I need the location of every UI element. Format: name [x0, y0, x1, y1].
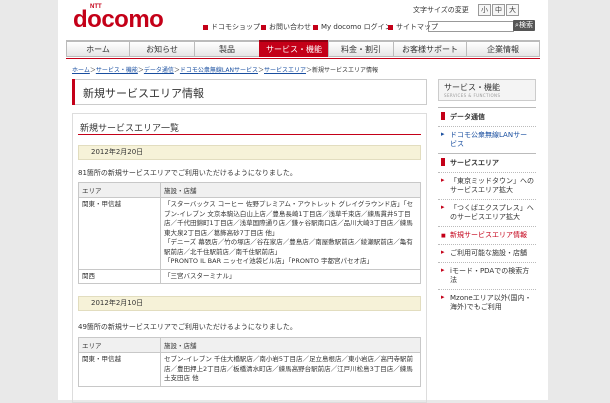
- font-size-medium-button[interactable]: 中: [492, 4, 505, 16]
- gnav-divider: [66, 58, 540, 59]
- sidebar-head-area[interactable]: サービスエリア: [438, 153, 536, 172]
- search-input[interactable]: [428, 21, 514, 32]
- breadcrumb-area[interactable]: サービスエリア: [264, 67, 306, 74]
- docomo-shop-link[interactable]: ドコモショップ: [203, 22, 260, 32]
- docomo-logo[interactable]: docomo: [73, 8, 164, 32]
- area-table: エリア 施設・店舗 関東・甲信越 セブン-イレブン 千住大橋駅店／南小岩5丁目店…: [78, 337, 421, 387]
- section-divider: [78, 134, 421, 135]
- sidebar-item-outside-mzone[interactable]: Mzoneエリア以外(国内・海外)でもご利用: [438, 289, 536, 316]
- page-title: 新規サービスエリア情報: [83, 87, 204, 100]
- table-header-row: エリア 施設・店舗: [78, 337, 421, 353]
- column-header-area: エリア: [78, 337, 161, 353]
- global-nav: ホーム お知らせ 製品 サービス・機能 料金・割引 お客様サポート 企業情報: [66, 40, 540, 57]
- column-header-shops: 施設・店舗: [160, 337, 421, 353]
- breadcrumb-data[interactable]: データ通信: [144, 67, 174, 74]
- font-size-small-button[interactable]: 小: [478, 4, 491, 16]
- sidebar: サービス・機能 SERVICES & FUNCTIONS データ通信 ドコモ公衆…: [438, 79, 536, 316]
- breadcrumb-home[interactable]: ホーム: [72, 67, 90, 74]
- gnav-products[interactable]: 製品: [194, 40, 260, 57]
- square-red-icon: [203, 24, 208, 30]
- sidebar-item-midtown[interactable]: 「東京ミッドタウン」へのサービスエリア拡大: [438, 172, 536, 199]
- breadcrumb-wifi[interactable]: ドコモ公衆無線LANサービス: [180, 67, 258, 74]
- shops-cell: 「スターバックス コーヒー 佐野プレミアム・アウトレット グレイグラウンド店」「…: [160, 197, 421, 270]
- area-cell: 関東・甲信越: [78, 352, 161, 387]
- contact-link[interactable]: お問い合わせ: [261, 22, 311, 32]
- sidebar-head-data[interactable]: データ通信: [438, 107, 536, 126]
- shops-cell: 「三宮バスターミナル」: [160, 268, 421, 284]
- breadcrumb: ホーム＞サービス・機能＞データ通信＞ドコモ公衆無線LANサービス＞サービスエリア…: [72, 65, 378, 74]
- gnav-corporate[interactable]: 企業情報: [466, 40, 540, 57]
- gnav-services[interactable]: サービス・機能: [259, 40, 329, 57]
- gnav-pricing[interactable]: 料金・割引: [328, 40, 394, 57]
- square-red-icon: [261, 24, 266, 30]
- sidebar-item-tsukuba[interactable]: 「つくばエクスプレス」へのサービスエリア拡大: [438, 199, 536, 226]
- square-red-icon: [388, 24, 393, 30]
- gnav-news[interactable]: お知らせ: [129, 40, 195, 57]
- table-header-row: エリア 施設・店舗: [78, 182, 421, 198]
- search-button[interactable]: ⌕検索: [513, 20, 535, 31]
- area-cell: 関西: [78, 268, 161, 284]
- entry-intro: 49箇所の新規サービスエリアでご利用いただけるようになりました。: [78, 323, 297, 331]
- table-row: 関東・甲信越 「スターバックス コーヒー 佐野プレミアム・アウトレット グレイグ…: [78, 197, 421, 270]
- my-docomo-login-label: My docomo ログイン: [321, 23, 392, 31]
- area-cell: 関東・甲信越: [78, 197, 161, 270]
- date-heading: 2012年2月10日: [78, 296, 421, 311]
- search-button-label: 検索: [518, 21, 533, 29]
- breadcrumb-services[interactable]: サービス・機能: [96, 67, 138, 74]
- font-size-label: 文字サイズの変更: [413, 6, 469, 14]
- shops-cell: セブン-イレブン 千住大橋駅店／南小岩5丁目店／足立島根店／東小岩店／高円寺駅前…: [160, 352, 421, 387]
- sidebar-title: サービス・機能: [444, 83, 500, 92]
- my-docomo-login-link[interactable]: My docomo ログイン: [313, 22, 392, 32]
- column-header-shops: 施設・店舗: [160, 182, 421, 198]
- sidebar-item-imode-search[interactable]: iモード・PDAでの検索方法: [438, 262, 536, 289]
- table-row: 関東・甲信越 セブン-イレブン 千住大橋駅店／南小岩5丁目店／足立島根店／東小岩…: [78, 352, 421, 387]
- table-row: 関西 「三宮バスターミナル」: [78, 268, 421, 284]
- sidebar-subtitle: SERVICES & FUNCTIONS: [444, 93, 501, 98]
- sidebar-item-wifi-service[interactable]: ドコモ公衆無線LANサービス: [438, 126, 536, 153]
- sitemap-link-label: サイトマップ: [396, 23, 438, 31]
- page-title-accent: [72, 79, 75, 105]
- docomo-shop-link-label: ドコモショップ: [211, 23, 260, 31]
- sidebar-item-new-area[interactable]: 新規サービスエリア情報: [438, 226, 536, 244]
- column-header-area: エリア: [78, 182, 161, 198]
- sitemap-link[interactable]: サイトマップ: [388, 22, 438, 32]
- font-size-large-button[interactable]: 大: [506, 4, 519, 16]
- breadcrumb-current: 新規サービスエリア情報: [312, 67, 379, 74]
- sidebar-title-box: サービス・機能 SERVICES & FUNCTIONS: [438, 79, 536, 101]
- square-red-icon: [313, 24, 318, 30]
- sidebar-item-facilities[interactable]: ご利用可能な施設・店舗: [438, 244, 536, 262]
- area-table: エリア 施設・店舗 関東・甲信越 「スターバックス コーヒー 佐野プレミアム・ア…: [78, 182, 421, 284]
- page: NTT docomo 文字サイズの変更 小 中 大 ⌕検索 ドコモショップ お問…: [58, 0, 548, 403]
- gnav-support[interactable]: お客様サポート: [393, 40, 467, 57]
- entry-intro: 81箇所の新規サービスエリアでご利用いただけるようになりました。: [78, 169, 297, 177]
- contact-link-label: お問い合わせ: [269, 23, 311, 31]
- section-title: 新規サービスエリア一覧: [80, 124, 180, 134]
- gnav-home[interactable]: ホーム: [66, 40, 130, 57]
- date-heading: 2012年2月20日: [78, 145, 421, 160]
